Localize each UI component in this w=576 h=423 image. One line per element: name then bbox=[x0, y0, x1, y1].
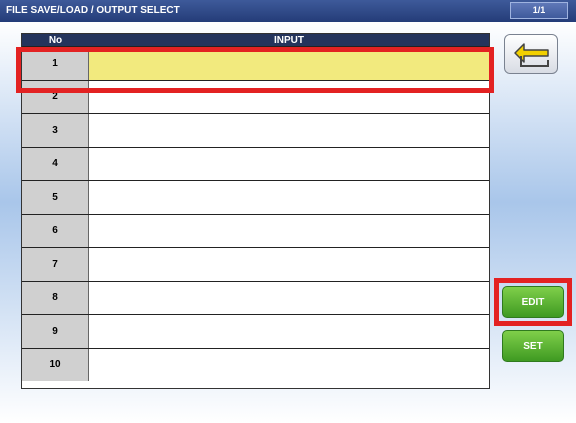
set-button[interactable]: SET bbox=[502, 330, 564, 362]
table-row[interactable]: 6 bbox=[22, 213, 489, 247]
row-number: 2 bbox=[22, 80, 89, 113]
table-row[interactable]: 9 bbox=[22, 314, 489, 348]
row-number: 8 bbox=[22, 281, 89, 314]
table-row[interactable]: 8 bbox=[22, 280, 489, 314]
row-number: 9 bbox=[22, 315, 89, 348]
row-number: 4 bbox=[22, 147, 89, 180]
return-arrow-icon bbox=[514, 43, 549, 67]
row-number: 10 bbox=[22, 348, 89, 381]
title-bar: FILE SAVE/LOAD / OUTPUT SELECT 1/1 bbox=[0, 0, 576, 22]
row-number: 1 bbox=[22, 47, 89, 80]
table-row[interactable]: 1 bbox=[22, 46, 489, 80]
back-button[interactable] bbox=[504, 34, 558, 74]
table-row[interactable]: 4 bbox=[22, 146, 489, 180]
row-input-field[interactable] bbox=[89, 348, 489, 381]
row-input-field[interactable] bbox=[89, 80, 489, 113]
table-row[interactable]: 7 bbox=[22, 247, 489, 281]
row-number: 3 bbox=[22, 114, 89, 147]
table-row[interactable]: 2 bbox=[22, 79, 489, 113]
row-input-field[interactable] bbox=[89, 214, 489, 247]
column-header-input: INPUT bbox=[274, 35, 304, 46]
table-row[interactable]: 5 bbox=[22, 180, 489, 214]
page-indicator: 1/1 bbox=[510, 2, 568, 19]
row-input-field[interactable] bbox=[89, 147, 489, 180]
table-row[interactable]: 10 bbox=[22, 347, 489, 381]
edit-button[interactable]: EDIT bbox=[502, 286, 564, 318]
row-input-field[interactable] bbox=[89, 181, 489, 214]
input-table: No INPUT 1 2 3 4 5 6 7 8 9 10 bbox=[21, 33, 490, 389]
table-header: No INPUT bbox=[22, 34, 489, 46]
column-header-no: No bbox=[48, 35, 63, 46]
row-input-field[interactable] bbox=[89, 281, 489, 314]
page-title: FILE SAVE/LOAD / OUTPUT SELECT bbox=[6, 5, 180, 16]
row-input-field[interactable] bbox=[89, 47, 489, 80]
row-number: 7 bbox=[22, 248, 89, 281]
row-number: 6 bbox=[22, 214, 89, 247]
row-input-field[interactable] bbox=[89, 248, 489, 281]
table-row[interactable]: 3 bbox=[22, 113, 489, 147]
row-input-field[interactable] bbox=[89, 114, 489, 147]
row-number: 5 bbox=[22, 181, 89, 214]
row-input-field[interactable] bbox=[89, 315, 489, 348]
